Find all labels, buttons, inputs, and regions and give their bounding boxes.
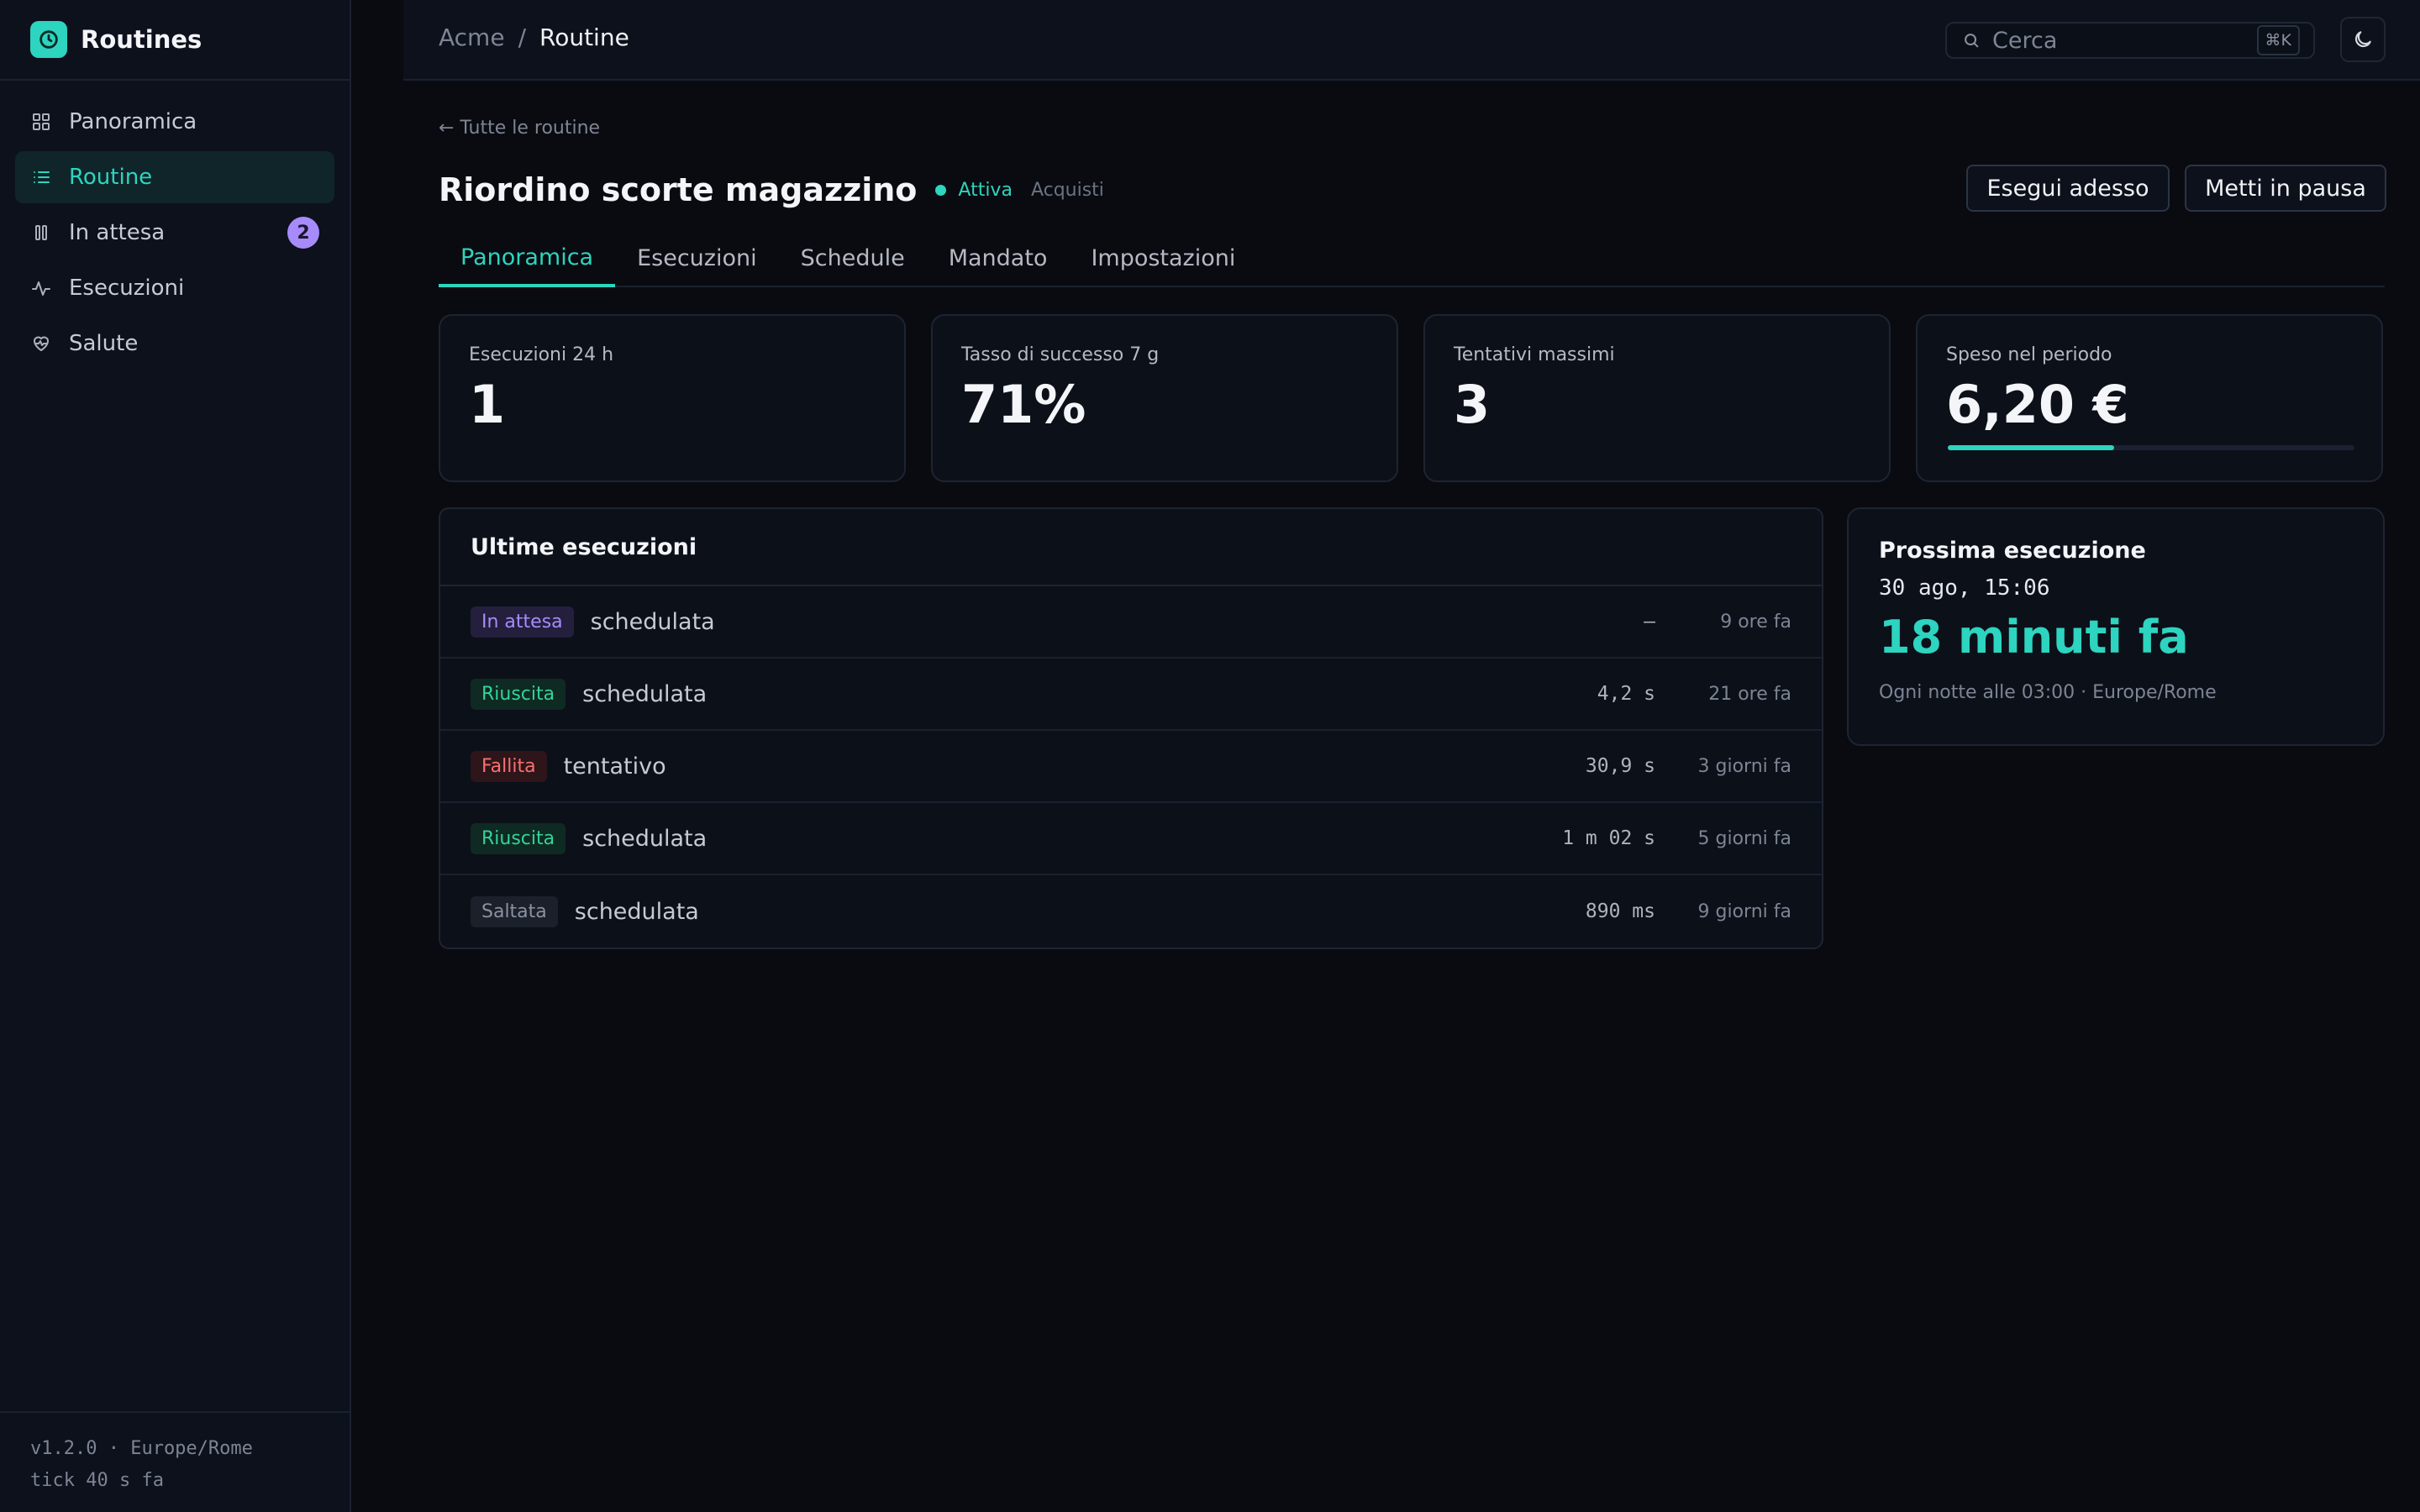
run-status-badge: Fallita <box>471 750 547 782</box>
sidebar-item-label: Routine <box>69 165 153 190</box>
stat-card-spend: Speso nel periodo 6,20 € <box>1916 314 2383 482</box>
run-row[interactable]: Fallita tentativo 30,9 s 3 giorni fa <box>440 731 1822 803</box>
run-status-badge: Riuscita <box>471 678 566 710</box>
theme-toggle-button[interactable] <box>2340 17 2386 62</box>
status-badge: Attiva <box>935 180 1013 201</box>
stat-label: Speso nel periodo <box>1946 344 2112 365</box>
run-time-ago: 3 giorni fa <box>1697 755 1791 777</box>
run-row[interactable]: Riuscita schedulata 1 m 02 s 5 giorni fa <box>440 803 1822 875</box>
run-duration: – <box>1644 611 1655 633</box>
activity-icon <box>30 277 52 299</box>
sidebar-item-label: In attesa <box>69 220 166 245</box>
search-placeholder: Cerca <box>1992 27 2058 54</box>
next-run-panel: Prossima esecuzione 30 ago, 15:06 18 min… <box>1847 507 2385 746</box>
tab-mandato[interactable]: Mandato <box>927 230 1070 286</box>
next-run-datetime: 30 ago, 15:06 <box>1879 575 2050 601</box>
search-shortcut: ⌘K <box>2256 25 2300 55</box>
pending-count-badge: 2 <box>287 217 319 249</box>
breadcrumb-root[interactable]: Acme <box>439 24 505 51</box>
stat-value: 1 <box>469 374 506 435</box>
run-row[interactable]: In attesa schedulata – 9 ore fa <box>440 586 1822 659</box>
heart-pulse-icon <box>30 333 52 354</box>
next-run-title: Prossima esecuzione <box>1879 538 2146 564</box>
grid-icon <box>30 111 52 133</box>
run-time-ago: 5 giorni fa <box>1697 827 1791 849</box>
breadcrumb: Acme / Routine <box>439 24 629 51</box>
tab-bar: Panoramica Esecuzioni Schedule Mandato I… <box>439 230 2385 287</box>
back-link[interactable]: ← Tutte le routine <box>439 118 600 139</box>
stat-card-success-rate: Tasso di successo 7 g 71% <box>931 314 1398 482</box>
stat-value: 71% <box>961 374 1086 435</box>
pause-button[interactable]: Metti in pausa <box>2185 165 2386 212</box>
run-time-ago: 9 giorni fa <box>1697 900 1791 922</box>
run-status-badge: Riuscita <box>471 822 566 854</box>
list-icon <box>30 166 52 188</box>
sidebar-item-in-attesa[interactable]: In attesa 2 <box>15 207 334 259</box>
run-time-ago: 21 ore fa <box>1708 683 1791 705</box>
clock-icon <box>30 21 67 58</box>
sidebar-item-label: Panoramica <box>69 109 197 134</box>
run-duration: 1 m 02 s <box>1562 827 1655 849</box>
sidebar-item-routine[interactable]: Routine <box>15 151 334 203</box>
version-info: v1.2.0 · Europe/Rome <box>30 1438 253 1459</box>
run-trigger: schedulata <box>582 825 708 852</box>
run-trigger: tentativo <box>563 753 666 780</box>
next-run-relative: 18 minuti fa <box>1879 611 2189 664</box>
run-duration: 4,2 s <box>1597 683 1655 705</box>
stat-label: Tasso di successo 7 g <box>961 344 1160 365</box>
sidebar-item-panoramica[interactable]: Panoramica <box>15 96 334 148</box>
category-label: Acquisti <box>1030 179 1104 201</box>
run-now-button[interactable]: Esegui adesso <box>1966 165 2170 212</box>
recent-runs-title: Ultime esecuzioni <box>440 509 1822 586</box>
tick-info: tick 40 s fa <box>30 1470 164 1491</box>
sidebar: Routines Panoramica Routine In attesa 2 <box>0 0 351 1512</box>
run-status-badge: Saltata <box>471 895 558 927</box>
search-input[interactable]: Cerca ⌘K <box>1945 22 2315 59</box>
run-trigger: schedulata <box>574 898 699 925</box>
tab-panoramica[interactable]: Panoramica <box>439 230 616 287</box>
next-run-schedule: Ogni notte alle 03:00 · Europe/Rome <box>1879 682 2217 703</box>
recent-runs-panel: Ultime esecuzioni In attesa schedulata –… <box>439 507 1823 949</box>
stat-card-max-attempts: Tentativi massimi 3 <box>1423 314 1891 482</box>
moon-icon <box>2352 29 2374 50</box>
run-duration: 890 ms <box>1585 900 1655 922</box>
status-label: Attiva <box>958 179 1013 201</box>
stat-value: 3 <box>1454 374 1491 435</box>
topbar: Acme / Routine Cerca ⌘K <box>403 0 2420 81</box>
breadcrumb-separator: / <box>518 24 526 51</box>
tab-esecuzioni[interactable]: Esecuzioni <box>615 230 779 286</box>
stat-label: Esecuzioni 24 h <box>469 344 614 365</box>
search-icon <box>1962 31 1981 50</box>
sidebar-footer: v1.2.0 · Europe/Rome tick 40 s fa <box>0 1411 350 1512</box>
stat-label: Tentativi massimi <box>1454 344 1615 365</box>
run-row[interactable]: Riuscita schedulata 4,2 s 21 ore fa <box>440 659 1822 731</box>
sidebar-item-esecuzioni[interactable]: Esecuzioni <box>15 262 334 314</box>
stat-card-runs-24h: Esecuzioni 24 h 1 <box>439 314 906 482</box>
breadcrumb-current: Routine <box>539 24 629 51</box>
run-row[interactable]: Saltata schedulata 890 ms 9 giorni fa <box>440 875 1822 948</box>
status-dot <box>935 184 947 196</box>
sidebar-nav: Panoramica Routine In attesa 2 Esecuzion… <box>0 81 350 370</box>
sidebar-item-label: Esecuzioni <box>69 276 185 301</box>
spend-progress-bar <box>1948 445 2354 450</box>
sidebar-item-label: Salute <box>69 331 139 356</box>
brand[interactable]: Routines <box>0 0 350 81</box>
recent-runs-list: In attesa schedulata – 9 ore fa Riuscita… <box>440 586 1822 948</box>
page-title: Riordino scorte magazzino <box>439 171 918 208</box>
run-trigger: schedulata <box>590 608 715 635</box>
pause-icon <box>30 222 52 244</box>
sidebar-item-salute[interactable]: Salute <box>15 318 334 370</box>
tab-impostazioni[interactable]: Impostazioni <box>1069 230 1257 286</box>
run-status-badge: In attesa <box>471 606 574 638</box>
run-duration: 30,9 s <box>1585 755 1655 777</box>
run-trigger: schedulata <box>582 680 708 707</box>
stat-value: 6,20 € <box>1946 374 2129 435</box>
run-time-ago: 9 ore fa <box>1720 611 1791 633</box>
stat-cards: Esecuzioni 24 h 1 Tasso di successo 7 g … <box>439 314 2385 482</box>
spend-progress-fill <box>1948 445 2115 450</box>
app-name: Routines <box>81 25 203 54</box>
tab-schedule[interactable]: Schedule <box>779 230 927 286</box>
